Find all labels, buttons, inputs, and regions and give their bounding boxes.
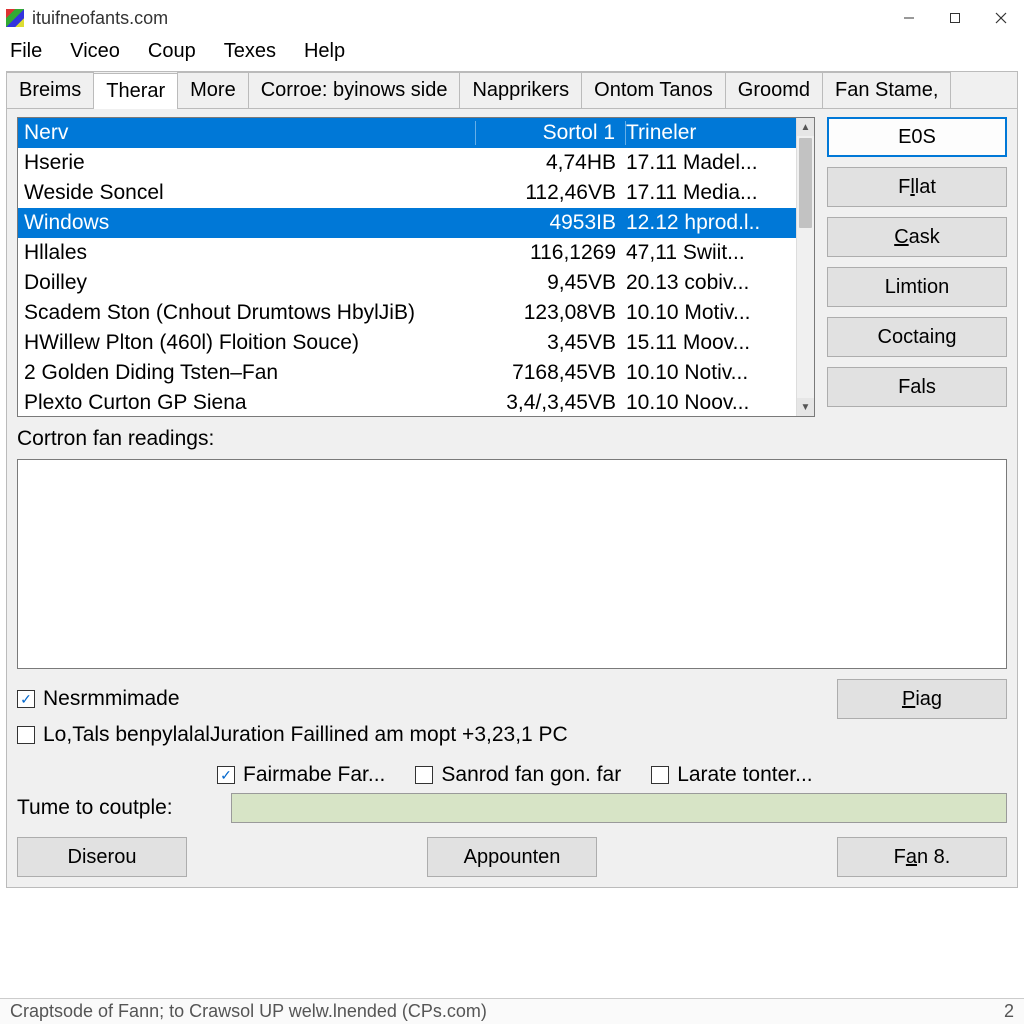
larate-checkbox[interactable] xyxy=(651,766,669,784)
maximize-button[interactable] xyxy=(932,2,978,34)
piag-button[interactable]: Piag xyxy=(837,679,1007,719)
window-title: ituifneofants.com xyxy=(32,8,886,29)
list-header[interactable]: Nerv Sortol 1 Trineler xyxy=(18,118,814,148)
row-name: Weside Soncel xyxy=(18,181,476,205)
col-name[interactable]: Nerv xyxy=(18,121,476,145)
diserou-button[interactable]: Diserou xyxy=(17,837,187,877)
tab-1[interactable]: Therar xyxy=(93,73,178,109)
tume-label: Tume to coutple: xyxy=(17,796,217,820)
row-size: 4953IB xyxy=(476,211,626,235)
row-size: 116,1269 xyxy=(476,241,626,265)
row-trineler: 17.11 Madel... xyxy=(626,151,796,175)
limtion-button[interactable]: Limtion xyxy=(827,267,1007,307)
menubar: File Viceo Coup Texes Help xyxy=(0,36,1024,71)
menu-viceo[interactable]: Viceo xyxy=(70,40,120,63)
table-row[interactable]: Windows4953IB12.12 hprod.l.. xyxy=(18,208,814,238)
row-trineler: 12.12 hprod.l.. xyxy=(626,211,796,235)
tab-7[interactable]: Fan Stame, xyxy=(822,72,951,108)
tab-2[interactable]: More xyxy=(177,72,249,108)
fairmabe-label: Fairmabe Far... xyxy=(243,763,385,787)
nesrmmimade-checkbox[interactable]: ✓ xyxy=(17,690,35,708)
lotals-checkbox[interactable] xyxy=(17,726,35,744)
menu-texes[interactable]: Texes xyxy=(224,40,276,63)
row-size: 4,74HB xyxy=(476,151,626,175)
row-name: Hllales xyxy=(18,241,476,265)
row-size: 9,45VB xyxy=(476,271,626,295)
row-name: Scadem Ston (Cnhout Drumtows HbylJiB) xyxy=(18,301,476,325)
row-size: 3,45VB xyxy=(476,331,626,355)
statusbar: Craptsode of Fann; to Crawsol UP welw.ln… xyxy=(0,998,1024,1024)
menu-help[interactable]: Help xyxy=(304,40,345,63)
row-name: Plexto Curton GP Siena xyxy=(18,391,476,415)
menu-file[interactable]: File xyxy=(10,40,42,63)
row-trineler: 47,11 Swiit... xyxy=(626,241,796,265)
tab-0[interactable]: Breims xyxy=(6,72,94,108)
menu-coup[interactable]: Coup xyxy=(148,40,196,63)
scroll-down-icon[interactable]: ▼ xyxy=(797,398,814,416)
cask-button[interactable]: Cask xyxy=(827,217,1007,257)
titlebar: ituifneofants.com xyxy=(0,0,1024,36)
tab-6[interactable]: Groomd xyxy=(725,72,823,108)
row-trineler: 10.10 Motiv... xyxy=(626,301,796,325)
row-name: Hserie xyxy=(18,151,476,175)
row-trineler: 15.11 Moov... xyxy=(626,331,796,355)
table-row[interactable]: HWillew Plton (460l) Floition Souce)3,45… xyxy=(18,328,814,358)
tab-4[interactable]: Napprikers xyxy=(459,72,582,108)
col-size[interactable]: Sortol 1 xyxy=(476,121,626,145)
table-row[interactable]: Scadem Ston (Cnhout Drumtows HbylJiB)123… xyxy=(18,298,814,328)
nesrmmimade-label: Nesrmmimade xyxy=(43,687,180,711)
fals-button[interactable]: Fals xyxy=(827,367,1007,407)
table-row[interactable]: Hserie4,74HB17.11 Madel... xyxy=(18,148,814,178)
lotals-label: Lo,Tals benpylalalJuration Faillined am … xyxy=(43,723,568,747)
row-size: 3,4/,3,45VB xyxy=(476,391,626,415)
sanrod-checkbox[interactable] xyxy=(415,766,433,784)
row-trineler: 10.10 Noov... xyxy=(626,391,796,415)
row-size: 7168,45VB xyxy=(476,361,626,385)
eos-button[interactable]: E0S xyxy=(827,117,1007,157)
item-list[interactable]: Nerv Sortol 1 Trineler Hserie4,74HB17.11… xyxy=(17,117,815,417)
fllat-button[interactable]: Fllat xyxy=(827,167,1007,207)
row-size: 123,08VB xyxy=(476,301,626,325)
app-icon xyxy=(6,9,24,27)
table-row[interactable]: Weside Soncel112,46VB17.11 Media... xyxy=(18,178,814,208)
row-trineler: 20.13 cobiv... xyxy=(626,271,796,295)
row-name: HWillew Plton (460l) Floition Souce) xyxy=(18,331,476,355)
sanrod-label: Sanrod fan gon. far xyxy=(441,763,621,787)
fan-button[interactable]: Fan 8. xyxy=(837,837,1007,877)
readings-label: Cortron fan readings: xyxy=(17,427,1007,451)
table-row[interactable]: 2 Golden Diding Tsten–Fan7168,45VB10.10 … xyxy=(18,358,814,388)
scroll-up-icon[interactable]: ▲ xyxy=(797,118,814,136)
close-button[interactable] xyxy=(978,2,1024,34)
row-name: Windows xyxy=(18,211,476,235)
main-panel: BreimsTherarMoreCorroe: byinows sideNapp… xyxy=(6,71,1018,888)
scroll-thumb[interactable] xyxy=(799,138,812,228)
larate-label: Larate tonter... xyxy=(677,763,812,787)
tab-3[interactable]: Corroe: byinows side xyxy=(248,72,461,108)
side-button-column: E0S Fllat Cask Limtion Coctaing Fals xyxy=(827,117,1007,417)
readings-textarea[interactable] xyxy=(17,459,1007,669)
col-trineler[interactable]: Trineler xyxy=(626,121,796,145)
options-row: ✓ Fairmabe Far... Sanrod fan gon. far La… xyxy=(217,763,1007,787)
tabstrip: BreimsTherarMoreCorroe: byinows sideNapp… xyxy=(7,72,1017,109)
minimize-button[interactable] xyxy=(886,2,932,34)
appounten-button[interactable]: Appounten xyxy=(427,837,597,877)
row-name: Doilley xyxy=(18,271,476,295)
list-scrollbar[interactable]: ▲ ▼ xyxy=(796,118,814,416)
tab-5[interactable]: Ontom Tanos xyxy=(581,72,726,108)
status-right: 2 xyxy=(1004,1001,1014,1022)
coctaing-button[interactable]: Coctaing xyxy=(827,317,1007,357)
fairmabe-checkbox[interactable]: ✓ xyxy=(217,766,235,784)
table-row[interactable]: Doilley9,45VB20.13 cobiv... xyxy=(18,268,814,298)
status-text: Craptsode of Fann; to Crawsol UP welw.ln… xyxy=(10,1001,487,1022)
table-row[interactable]: Plexto Curton GP Siena3,4/,3,45VB10.10 N… xyxy=(18,388,814,417)
table-row[interactable]: Hllales116,126947,11 Swiit... xyxy=(18,238,814,268)
tab-body: Nerv Sortol 1 Trineler Hserie4,74HB17.11… xyxy=(7,109,1017,887)
row-trineler: 17.11 Media... xyxy=(626,181,796,205)
progress-bar xyxy=(231,793,1007,823)
row-name: 2 Golden Diding Tsten–Fan xyxy=(18,361,476,385)
row-trineler: 10.10 Notiv... xyxy=(626,361,796,385)
row-size: 112,46VB xyxy=(476,181,626,205)
